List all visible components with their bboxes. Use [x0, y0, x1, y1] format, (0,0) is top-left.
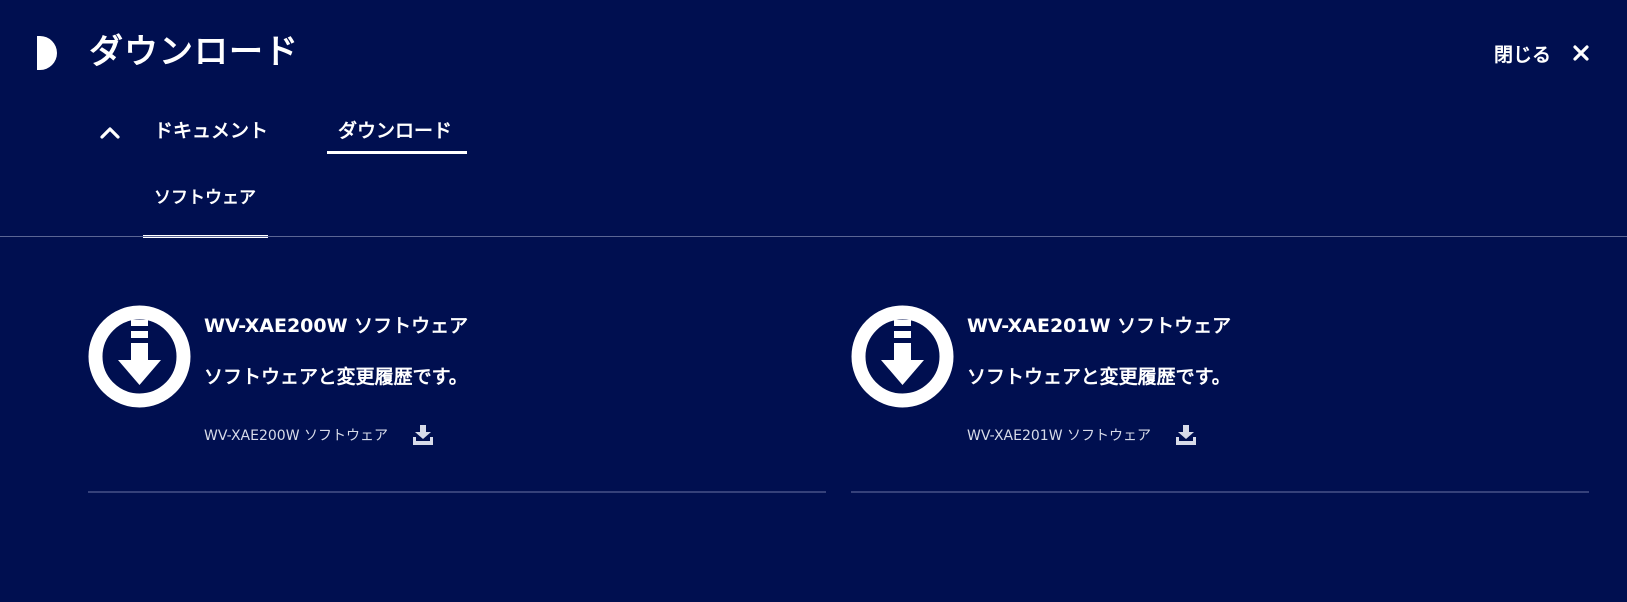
- card-divider: [851, 491, 1589, 493]
- close-icon: [1573, 45, 1589, 61]
- close-button[interactable]: 閉じる: [1494, 36, 1589, 70]
- download-panel: ダウンロード 閉じる ドキュメント ダウンロード ソフトウェア WV-XAE20…: [0, 0, 1627, 602]
- tab-download[interactable]: ダウンロード: [327, 116, 467, 154]
- card-title: WV-XAE200W ソフトウェア: [204, 315, 469, 337]
- page-title: ダウンロード: [89, 32, 299, 72]
- tab-documents[interactable]: ドキュメント: [154, 116, 268, 154]
- download-circle-icon: [851, 305, 954, 408]
- half-circle-icon: [37, 36, 57, 70]
- download-card: WV-XAE200W ソフトウェア ソフトウェアと変更履歴です。 WV-XAE2…: [88, 305, 826, 494]
- card-divider: [88, 491, 826, 493]
- close-label: 閉じる: [1494, 43, 1552, 66]
- header-divider: [0, 236, 1627, 237]
- download-circle-icon: [88, 305, 191, 408]
- card-title: WV-XAE201W ソフトウェア: [967, 315, 1232, 337]
- card-description: ソフトウェアと変更履歴です。: [204, 366, 468, 388]
- software-download-link[interactable]: WV-XAE201W ソフトウェア: [967, 420, 1197, 450]
- software-download-link[interactable]: WV-XAE200W ソフトウェア: [204, 420, 434, 450]
- subtab-software[interactable]: ソフトウェア: [143, 184, 268, 238]
- download-tray-icon: [1175, 425, 1196, 445]
- chevron-up-icon[interactable]: [99, 124, 121, 140]
- download-link-label: WV-XAE200W ソフトウェア: [204, 428, 388, 444]
- card-description: ソフトウェアと変更履歴です。: [967, 366, 1231, 388]
- download-tray-icon: [412, 425, 433, 445]
- download-link-label: WV-XAE201W ソフトウェア: [967, 428, 1151, 444]
- download-card: WV-XAE201W ソフトウェア ソフトウェアと変更履歴です。 WV-XAE2…: [851, 305, 1589, 494]
